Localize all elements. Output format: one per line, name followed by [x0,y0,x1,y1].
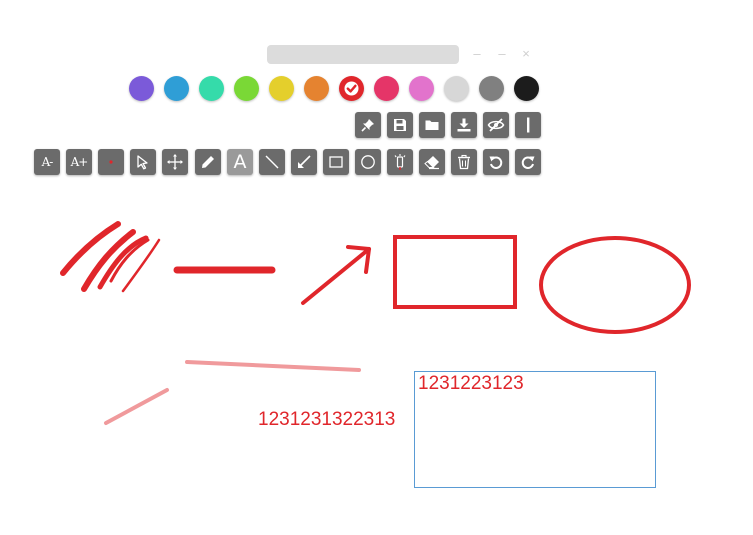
rectangle-tool-button[interactable] [323,149,349,175]
color-swatch-green[interactable] [234,76,259,101]
text-tool-button[interactable]: A [227,149,253,175]
close-button[interactable]: × [518,46,534,62]
color-swatch-orange[interactable] [304,76,329,101]
eye-slash-icon [487,118,505,132]
color-swatch-light-gray[interactable] [444,76,469,101]
highlighter-line-2 [104,388,169,425]
arrow-icon [298,155,311,168]
line-icon [265,155,279,169]
circle-icon [361,155,375,169]
text-box-content[interactable]: 1231223123 [418,373,524,395]
color-swatch-gray[interactable] [479,76,504,101]
pin-button[interactable] [355,112,381,138]
free-text-label: 1231231322313 [258,409,396,430]
trash-icon [458,154,470,170]
pin-icon [361,119,374,132]
color-swatch-teal[interactable] [199,76,224,101]
select-tool-button[interactable] [130,149,156,175]
toolbar-drag-handle[interactable] [267,45,459,64]
color-swatch-yellow[interactable] [269,76,294,101]
ellipse-shape [539,236,691,334]
color-swatch-purple[interactable] [129,76,154,101]
minimize-button[interactable]: – [469,46,485,62]
pencil-icon [202,156,214,168]
save-button[interactable] [387,112,413,138]
ellipse-tool-button[interactable] [355,149,381,175]
brush-size-button[interactable] [98,149,124,175]
font-increase-label: A+ [70,155,89,169]
line-width-icon [527,117,530,133]
redo-button[interactable] [515,149,541,175]
text-tool-label: A [233,150,247,173]
rectangle-icon [329,156,343,168]
freehand-scribble [60,221,161,293]
undo-icon [489,156,503,169]
rectangle-shape [393,235,517,309]
folder-icon [425,120,439,130]
undo-button[interactable] [483,149,509,175]
save-icon [394,119,406,131]
highlighter-tool-button[interactable] [387,149,413,175]
color-swatch-pink[interactable] [374,76,399,101]
hide-button[interactable] [483,112,509,138]
line-tool-button[interactable] [259,149,285,175]
pen-tool-button[interactable] [195,149,221,175]
eraser-icon [424,156,439,170]
move-icon [167,154,183,170]
maximize-button[interactable]: – [494,46,510,62]
font-decrease-button[interactable]: A- [34,149,60,175]
selected-check-icon [344,81,359,96]
color-swatch-blue[interactable] [164,76,189,101]
highlighter-line-1 [185,360,361,372]
move-tool-button[interactable] [162,149,188,175]
cursor-icon [137,155,148,170]
font-increase-button[interactable]: A+ [66,149,92,175]
line-width-button[interactable] [515,112,541,138]
download-button[interactable] [451,112,477,138]
color-swatch-magenta[interactable] [409,76,434,101]
color-swatch-red[interactable] [339,76,364,101]
dot-icon [109,160,113,164]
highlighter-icon [394,154,406,170]
arrow-shape [301,245,371,305]
download-icon [457,118,471,132]
arrow-tool-button[interactable] [291,149,317,175]
text-input-box[interactable]: 1231223123 [414,371,656,488]
delete-button[interactable] [451,149,477,175]
redo-icon [521,156,535,169]
eraser-tool-button[interactable] [419,149,445,175]
font-decrease-label: A- [41,155,54,169]
open-folder-button[interactable] [419,112,445,138]
color-swatch-black[interactable] [514,76,539,101]
